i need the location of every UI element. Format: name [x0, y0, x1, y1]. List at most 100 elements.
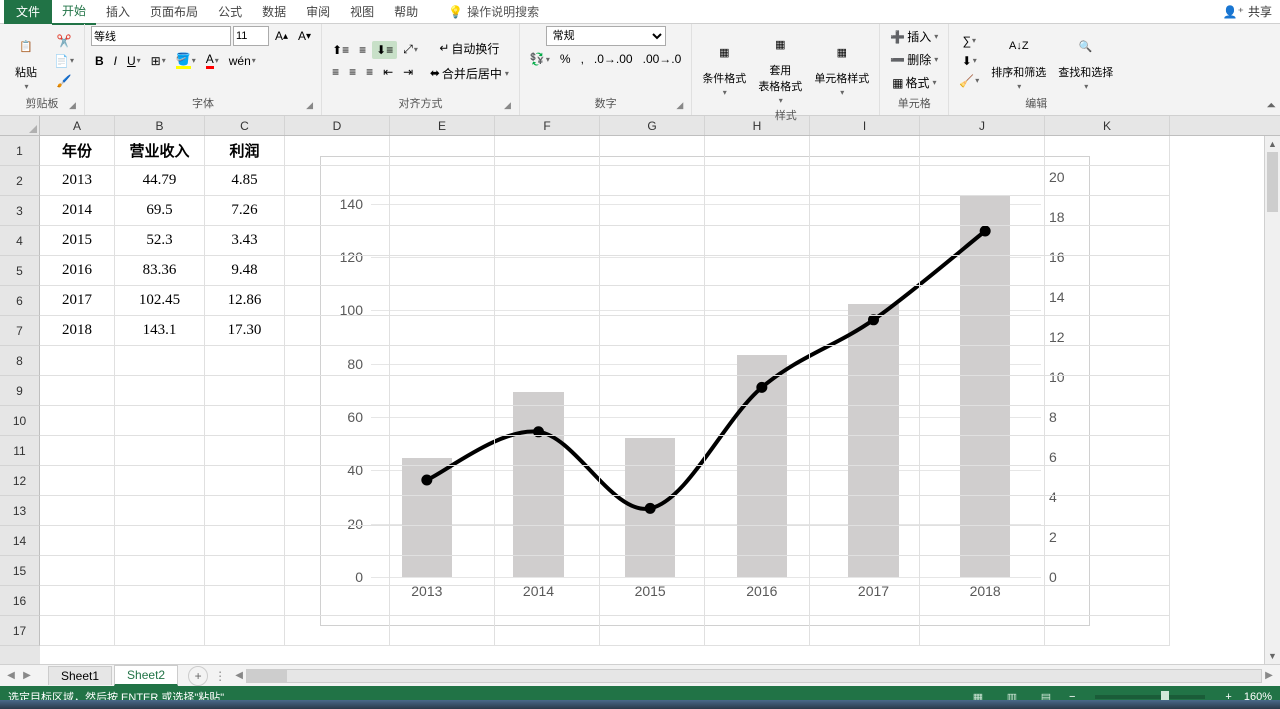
cell[interactable]	[810, 376, 920, 406]
comma-button[interactable]: ,	[577, 50, 588, 68]
cell-data[interactable]: 2017	[40, 286, 115, 316]
cell[interactable]	[1045, 526, 1170, 556]
tab-home[interactable]: 开始	[52, 0, 96, 25]
cell[interactable]	[1045, 256, 1170, 286]
cell[interactable]	[920, 196, 1045, 226]
tab-help[interactable]: 帮助	[384, 0, 428, 24]
align-middle-button[interactable]: ≡	[355, 41, 370, 59]
cell[interactable]	[600, 376, 705, 406]
cell[interactable]	[600, 436, 705, 466]
cell[interactable]	[810, 196, 920, 226]
cell[interactable]	[705, 346, 810, 376]
tab-data[interactable]: 数据	[252, 0, 296, 24]
cell[interactable]	[495, 616, 600, 646]
cell-data[interactable]: 2013	[40, 166, 115, 196]
cell[interactable]	[390, 526, 495, 556]
horizontal-scrollbar[interactable]	[246, 669, 1262, 683]
cell[interactable]	[205, 436, 285, 466]
cell-data[interactable]: 143.1	[115, 316, 205, 346]
cell[interactable]	[705, 556, 810, 586]
cell[interactable]	[285, 466, 390, 496]
cell[interactable]	[920, 226, 1045, 256]
wrap-text-button[interactable]: ↵自动换行	[426, 38, 513, 59]
cell[interactable]	[600, 496, 705, 526]
col-header-B[interactable]: B	[115, 116, 205, 135]
cell[interactable]	[205, 526, 285, 556]
cell[interactable]	[920, 496, 1045, 526]
cell[interactable]	[495, 406, 600, 436]
cell[interactable]	[40, 496, 115, 526]
cell[interactable]	[600, 136, 705, 166]
col-header-E[interactable]: E	[390, 116, 495, 135]
percent-button[interactable]: %	[556, 50, 575, 68]
row-header-17[interactable]: 17	[0, 616, 40, 646]
row-header-5[interactable]: 5	[0, 256, 40, 286]
cell[interactable]	[285, 406, 390, 436]
cell[interactable]	[705, 406, 810, 436]
cell[interactable]	[285, 616, 390, 646]
cell[interactable]	[285, 256, 390, 286]
cell[interactable]	[1045, 196, 1170, 226]
cell-data[interactable]: 4.85	[205, 166, 285, 196]
cell[interactable]	[1045, 496, 1170, 526]
cell[interactable]	[1045, 406, 1170, 436]
format-as-table-button[interactable]: ▦套用 表格格式▾	[754, 26, 806, 107]
zoom-slider[interactable]	[1095, 695, 1205, 699]
dialog-launcher-icon[interactable]: ◢	[504, 100, 511, 111]
worksheet-grid[interactable]: 1234567891011121314151617 02040608010012…	[0, 136, 1280, 664]
cell[interactable]	[1045, 616, 1170, 646]
align-right-button[interactable]: ≡	[362, 63, 377, 81]
cell[interactable]	[1045, 286, 1170, 316]
col-header-J[interactable]: J	[920, 116, 1045, 135]
copy-button[interactable]: 📄▾	[50, 52, 78, 70]
col-header-F[interactable]: F	[495, 116, 600, 135]
cell[interactable]	[1045, 346, 1170, 376]
add-sheet-button[interactable]: +	[188, 666, 208, 686]
cell[interactable]	[285, 496, 390, 526]
cell[interactable]	[285, 286, 390, 316]
cell[interactable]	[705, 496, 810, 526]
scroll-down-icon[interactable]: ▼	[1265, 648, 1280, 664]
cell[interactable]	[285, 376, 390, 406]
row-header-4[interactable]: 4	[0, 226, 40, 256]
cell[interactable]	[705, 316, 810, 346]
cell[interactable]	[1045, 166, 1170, 196]
cell-data[interactable]: 2018	[40, 316, 115, 346]
cell[interactable]	[705, 436, 810, 466]
cell[interactable]	[705, 286, 810, 316]
cell[interactable]	[390, 376, 495, 406]
align-left-button[interactable]: ≡	[328, 63, 343, 81]
cell[interactable]	[205, 466, 285, 496]
cell[interactable]	[1045, 136, 1170, 166]
row-header-3[interactable]: 3	[0, 196, 40, 226]
cell[interactable]	[495, 346, 600, 376]
cell[interactable]	[600, 556, 705, 586]
col-header-D[interactable]: D	[285, 116, 390, 135]
cell[interactable]	[1045, 586, 1170, 616]
cell[interactable]	[285, 556, 390, 586]
cell[interactable]	[495, 166, 600, 196]
cell-data[interactable]: 52.3	[115, 226, 205, 256]
align-center-button[interactable]: ≡	[345, 63, 360, 81]
delete-cells-button[interactable]: ➖删除▾	[886, 49, 942, 70]
underline-button[interactable]: U▾	[123, 52, 145, 70]
cell[interactable]	[600, 586, 705, 616]
cell[interactable]	[285, 436, 390, 466]
cell[interactable]	[600, 526, 705, 556]
row-header-13[interactable]: 13	[0, 496, 40, 526]
font-name-select[interactable]	[91, 26, 231, 46]
clear-button[interactable]: 🧹▾	[955, 72, 983, 90]
cell[interactable]	[40, 376, 115, 406]
cell-data[interactable]: 17.30	[205, 316, 285, 346]
cell[interactable]	[390, 256, 495, 286]
row-header-16[interactable]: 16	[0, 586, 40, 616]
cell[interactable]	[705, 586, 810, 616]
cell[interactable]	[600, 166, 705, 196]
cell[interactable]	[40, 586, 115, 616]
cell[interactable]	[920, 466, 1045, 496]
cell[interactable]	[390, 166, 495, 196]
merge-center-button[interactable]: ⬌合并后居中▾	[426, 63, 513, 84]
tab-view[interactable]: 视图	[340, 0, 384, 24]
cell[interactable]	[920, 346, 1045, 376]
cell[interactable]	[495, 496, 600, 526]
